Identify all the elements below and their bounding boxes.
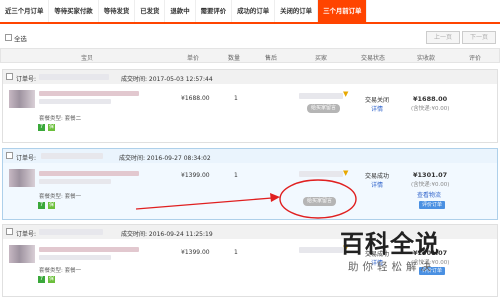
annotation-arrow <box>135 197 273 210</box>
watermark: 百科全说 助你轻松解决 <box>340 224 440 274</box>
annotation-circle <box>279 179 357 219</box>
watermark-subtitle: 助你轻松解决 <box>348 261 435 273</box>
annotation-arrowhead <box>270 193 280 202</box>
watermark-title: 百科全说 <box>340 230 440 258</box>
